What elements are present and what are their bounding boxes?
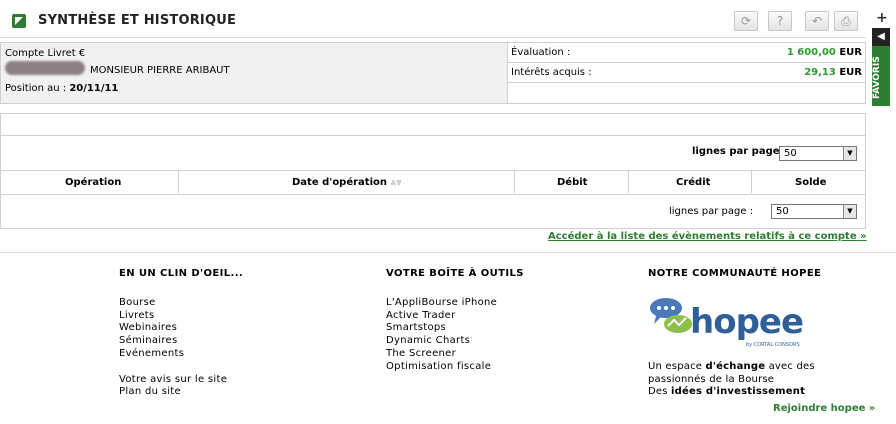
footer-link-applibourse[interactable]: L'AppliBourse iPhone — [386, 297, 497, 308]
footer-link-plan[interactable]: Plan du site — [119, 386, 181, 397]
desc-bold: idées d'investissement — [671, 386, 806, 397]
column-divider — [751, 170, 752, 193]
footer-col1-title: EN UN CLIN D'OEIL... — [119, 268, 244, 279]
double-chevron-right-icon: » — [860, 231, 867, 242]
evaluation-label: Évaluation : — [511, 47, 571, 58]
events-list-link[interactable]: Accéder à la liste des évènements relati… — [548, 231, 867, 242]
footer-link-smartstops[interactable]: Smartstops — [386, 322, 446, 333]
favorites-label: FAVORIS — [872, 56, 882, 100]
position-label: Position au : — [5, 83, 67, 94]
footer-col3-title: NOTRE COMMUNAUTÉ HOPEE — [648, 268, 822, 279]
synthesis-panel-header: SYNTHÈSE ET HISTORIQUE ⟳ ? ↶ ⎙ — [0, 6, 866, 38]
desc-text: Des — [648, 386, 672, 397]
hopee-desc-line2: passionnés de la Bourse — [648, 374, 775, 385]
interest-currency: EUR — [839, 67, 862, 78]
join-hopee-label: Rejoindre hopee — [773, 403, 866, 414]
column-operation[interactable]: Opération — [65, 177, 121, 188]
footer-link-evenements[interactable]: Evénements — [119, 348, 184, 359]
footer-link-bourse[interactable]: Bourse — [119, 297, 156, 308]
lines-per-page-value-top: 50 — [784, 148, 797, 159]
footer-link-seminaires[interactable]: Séminaires — [119, 335, 178, 346]
column-date[interactable]: Date d'opération ⩓⩔ — [292, 177, 402, 188]
interest-value-wrap: 29,13 EUR — [804, 67, 862, 78]
column-credit[interactable]: Crédit — [676, 177, 710, 188]
lines-per-page-value-bottom: 50 — [776, 206, 789, 217]
table-divider — [1, 135, 865, 136]
double-chevron-right-icon: » — [868, 403, 876, 414]
hopee-subtitle: by CORTAL CONSORS — [746, 342, 800, 348]
table-divider — [1, 194, 865, 195]
interest-label: Intérêts acquis : — [511, 67, 592, 78]
help-icon[interactable]: ? — [768, 11, 792, 31]
evaluation-value-wrap: 1 600,00 EUR — [787, 47, 862, 58]
interest-row: Intérêts acquis : 29,13 EUR — [508, 63, 865, 83]
join-hopee-link[interactable]: Rejoindre hopee » — [773, 403, 875, 414]
column-divider — [178, 170, 179, 193]
panel-title: SYNTHÈSE ET HISTORIQUE — [38, 13, 237, 28]
footer-link-screener[interactable]: The Screener — [386, 348, 456, 359]
refresh-icon[interactable]: ⟳ — [734, 11, 758, 31]
lines-per-page-label-top: lignes par page : — [692, 146, 787, 157]
footer-link-webinaires[interactable]: Webinaires — [119, 322, 177, 333]
print-icon[interactable]: ⎙ — [834, 11, 858, 31]
chevron-down-icon[interactable]: ▼ — [843, 147, 856, 160]
evaluation-row: Évaluation : 1 600,00 EUR — [508, 43, 865, 63]
add-favorite-icon[interactable]: + — [876, 10, 888, 26]
footer-link-avis[interactable]: Votre avis sur le site — [119, 374, 227, 385]
account-type: Compte Livret € — [5, 48, 86, 59]
table-divider — [1, 170, 865, 171]
events-link-label: Accéder à la liste des évènements relati… — [548, 231, 857, 242]
footer-link-optimisation[interactable]: Optimisation fiscale — [386, 361, 491, 372]
desc-bold: d'échange — [705, 361, 766, 372]
footer-link-active-trader[interactable]: Active Trader — [386, 310, 456, 321]
column-debit[interactable]: Débit — [557, 177, 587, 188]
column-divider — [514, 170, 515, 193]
column-date-label: Date d'opération — [292, 177, 387, 188]
valuation-box: Évaluation : 1 600,00 EUR Intérêts acqui… — [507, 42, 866, 104]
footer-col2-title: VOTRE BOÎTE À OUTILS — [386, 268, 524, 279]
account-holder: MONSIEUR PIERRE ARIBAUT — [90, 65, 230, 76]
column-divider — [628, 170, 629, 193]
footer-link-dynamic-charts[interactable]: Dynamic Charts — [386, 335, 470, 346]
evaluation-currency: EUR — [839, 47, 862, 58]
masked-account-number — [5, 61, 85, 75]
footer-link-livrets[interactable]: Livrets — [119, 310, 155, 321]
reply-icon[interactable]: ↶ — [805, 11, 829, 31]
hopee-desc-line3: Des idées d'investissement — [648, 386, 805, 397]
position-line: Position au : 20/11/11 — [5, 83, 118, 94]
lines-per-page-label-bottom: lignes par page : — [669, 206, 754, 217]
sort-arrows-icon[interactable]: ⩓⩔ — [390, 177, 401, 188]
lines-per-page-select-top[interactable]: 50 ▼ — [779, 146, 857, 161]
panel-logo-icon — [12, 14, 26, 28]
hopee-wordmark: hopee — [690, 302, 804, 342]
favorites-tab[interactable]: ◀ FAVORIS — [872, 28, 890, 106]
chevron-down-icon[interactable]: ▼ — [843, 205, 856, 218]
column-solde[interactable]: Solde — [795, 177, 826, 188]
collapse-arrow-icon[interactable]: ◀ — [872, 28, 890, 46]
interest-value: 29,13 — [804, 67, 836, 78]
account-info: Compte Livret € MONSIEUR PIERRE ARIBAUT … — [0, 42, 508, 104]
desc-text: Un espace — [648, 361, 706, 372]
position-date: 20/11/11 — [69, 83, 119, 94]
hopee-desc-line1: Un espace d'échange avec des — [648, 361, 815, 372]
desc-text: avec des — [765, 361, 815, 372]
lines-per-page-select-bottom[interactable]: 50 ▼ — [771, 204, 857, 219]
evaluation-value: 1 600,00 — [786, 47, 836, 58]
